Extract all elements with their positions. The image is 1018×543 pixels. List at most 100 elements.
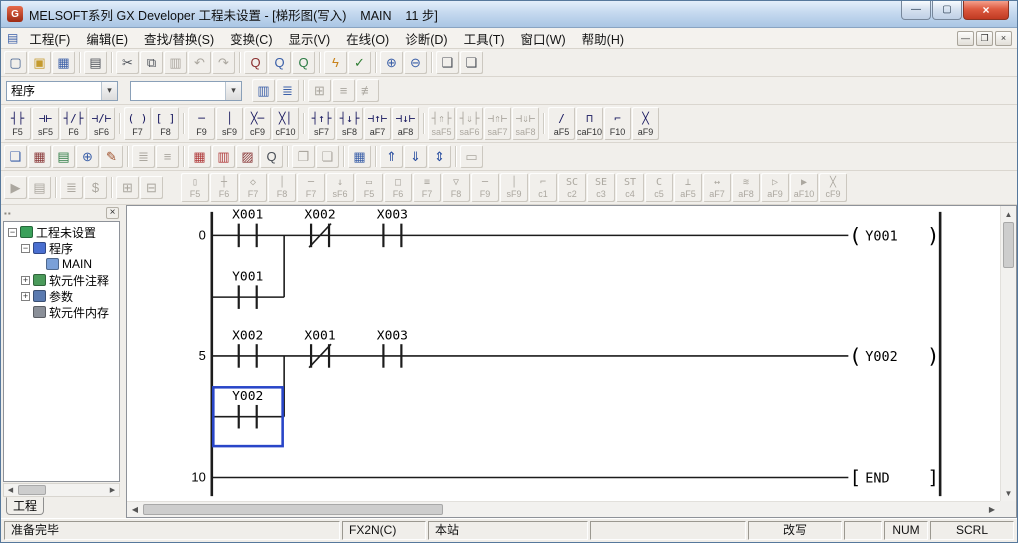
contact-Y002[interactable]: Y002 [232,389,263,428]
close-button[interactable]: × [963,1,1009,20]
falling-pulse-button[interactable]: ┤↓├sF8 [336,107,363,140]
contact-Y001[interactable]: Y001 [232,270,263,309]
comment-display-button[interactable]: ❏ [460,51,483,74]
application-instruction-button[interactable]: [ ]F8 [152,107,179,140]
trace-window-button[interactable]: ▥ [212,145,235,168]
sfc-vertical-button[interactable]: ▽F8 [442,173,470,202]
menu-item-help[interactable]: 帮助(H) [574,28,632,49]
comment-list-button[interactable]: ≣ [60,176,83,199]
scroll-up-icon[interactable]: ▲ [1001,206,1016,222]
write-to-plc-button[interactable]: ⇑ [380,145,403,168]
menu-item-tools[interactable]: 工具(T) [456,28,513,49]
data-name-combo[interactable]: ▾ [130,81,242,101]
sfc-comment-button[interactable]: ⌐c1 [529,173,557,202]
draw-line-button[interactable]: ⌐F10 [604,107,631,140]
cross-reference-list-button[interactable]: ▦ [28,145,51,168]
scroll-down-icon[interactable]: ▼ [1001,485,1016,501]
verify-with-plc-button[interactable]: ⇕ [428,145,451,168]
find-contact-coil-button[interactable]: Q [244,51,267,74]
copy-button[interactable]: ⧉ [140,51,163,74]
mdi-minimize-button[interactable]: — [957,31,974,46]
tile-windows-button[interactable]: ❐ [292,145,315,168]
zoom-out-button[interactable]: ⊖ [404,51,427,74]
minimize-button[interactable]: — [901,1,931,20]
contact-X002[interactable]: X002 [304,208,335,247]
macro-button[interactable]: $ [84,176,107,199]
expand-all-button[interactable]: ⊞ [116,176,139,199]
sfc-selection-merge-button[interactable]: □F6 [384,173,412,202]
statement-edit-button[interactable]: ≡ [332,79,355,102]
sfc-end-step-button[interactable]: │F8 [268,173,296,202]
closed-contact-parallel-button[interactable]: ⊣/⊢sF6 [88,107,115,140]
coil-Y002[interactable]: (Y002) [849,344,939,368]
title-bar[interactable]: G MELSOFT系列 GX Developer 工程未设置 - [梯形图(写入… [1,1,1017,28]
print-button[interactable]: ▤ [84,51,107,74]
sfc-step-button[interactable]: ▯F5 [181,173,209,202]
erase-line-button[interactable]: ╳aF9 [632,107,659,140]
sfc-block-step-button[interactable]: ┼F6 [210,173,238,202]
sfc-a10-button[interactable]: ▶aF10 [790,173,818,202]
ladder-rung-5[interactable]: 5X002X001X003(Y002)Y002 [199,328,940,446]
open-project-button[interactable]: ▣ [28,51,51,74]
sfc-sc-button[interactable]: SCc2 [558,173,586,202]
sfc-parallel-merge-button[interactable]: ≡F7 [413,173,441,202]
read-from-plc-button[interactable]: ⇓ [404,145,427,168]
mdi-restore-button[interactable]: ❐ [976,31,993,46]
tree-item-device-comment[interactable]: +软元件注释 [4,272,119,288]
sfc-display-button[interactable]: ▤ [28,176,51,199]
find-device-button[interactable]: Q [268,51,291,74]
ladder-display-button[interactable]: ▥ [252,79,275,102]
menu-item-window[interactable]: 窗口(W) [513,28,574,49]
falling-pulse-parallel-button[interactable]: ⊣↓⊢aF8 [392,107,419,140]
scroll-left-icon[interactable]: ◀ [127,502,143,517]
note-edit-button[interactable]: ≢ [356,79,379,102]
parallel-branch[interactable]: Y002 [212,356,284,446]
window-data-list-button[interactable]: ❑ [4,145,27,168]
invert-operation-button[interactable]: ∕aF5 [548,107,575,140]
tree-item-main[interactable]: MAIN [4,256,119,272]
coil-button[interactable]: ( )F7 [124,107,151,140]
tree-item-parameter[interactable]: +参数 [4,288,119,304]
project-data-list-button[interactable]: ❑ [436,51,459,74]
find-instruction-button[interactable]: Q [292,51,315,74]
instruction-END[interactable]: [END] [850,468,939,489]
sfc-a9-button[interactable]: ▷aF9 [761,173,789,202]
maximize-button[interactable]: ▢ [932,1,962,20]
contact-X001[interactable]: X001 [232,208,263,247]
tab-project[interactable]: 工程 [6,497,44,515]
sfc-selection-branch-button[interactable]: ↓sF6 [326,173,354,202]
contact-X003[interactable]: X003 [377,328,408,367]
closed-contact-button[interactable]: ┤/├F6 [60,107,87,140]
tree-item-project-root[interactable]: −工程未设置 [4,224,119,240]
edit-ladder-button[interactable]: ✎ [100,145,123,168]
sfc-parallel-branch-button[interactable]: ▭F5 [355,173,383,202]
sfc-a8-button[interactable]: ≋aF8 [732,173,760,202]
sfc-c-button[interactable]: Cc5 [645,173,673,202]
scroll-thumb[interactable] [143,504,443,515]
ladder-rung-0[interactable]: 0X001X002X003(Y001)Y001 [199,208,940,309]
open-contact-parallel-button[interactable]: ⊣⊢sF5 [32,107,59,140]
rising-pulse-op-button[interactable]: ┤⇑├saF5 [428,107,455,140]
menu-item-diagnostics[interactable]: 诊断(D) [397,28,455,49]
monitor-mode-button[interactable]: ▭ [460,145,483,168]
collapse-all-button[interactable]: ⊟ [140,176,163,199]
expander-icon[interactable]: + [21,292,30,301]
rising-pulse-button[interactable]: ┤↑├sF7 [308,107,335,140]
delete-horizontal-line-button[interactable]: ╳─cF9 [244,107,271,140]
contact-X001[interactable]: X001 [304,328,335,367]
scroll-right-icon[interactable]: ▶ [984,502,1000,517]
new-project-button[interactable]: ▢ [4,51,27,74]
horizontal-line-button[interactable]: ─F9 [188,107,215,140]
delete-vertical-line-button[interactable]: ╳│cF10 [272,107,299,140]
expander-icon[interactable]: + [21,276,30,285]
tree-item-device-memory[interactable]: 软元件内存 [4,304,119,320]
convert-program-button[interactable]: ϟ [324,51,347,74]
menu-item-find-replace[interactable]: 查找/替换(S) [136,28,222,49]
rising-pulse-op-parallel-button[interactable]: ⊣⇑⊢saF7 [484,107,511,140]
coil-Y001[interactable]: (Y001) [849,223,939,247]
panel-horizontal-scrollbar[interactable]: ◀ ▶ [3,483,120,497]
ladder-canvas[interactable]: 0X001X002X003(Y001)Y0015X002X001X003(Y00… [127,206,1000,501]
rising-pulse-parallel-button[interactable]: ⊣↑⊢aF7 [364,107,391,140]
panel-close-button[interactable]: × [106,207,119,219]
menu-item-edit[interactable]: 编辑(E) [78,28,136,49]
